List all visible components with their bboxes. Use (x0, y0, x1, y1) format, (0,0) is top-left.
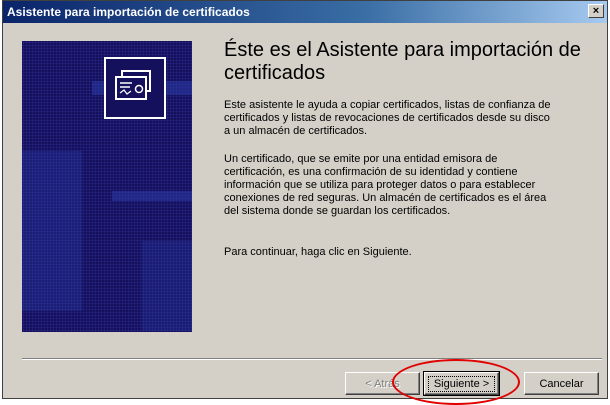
wizard-window: Asistente para importación de certificad… (2, 0, 608, 405)
banner-stripe (112, 191, 192, 201)
wizard-side-banner (22, 41, 192, 332)
title-bar[interactable]: Asistente para importación de certificad… (3, 1, 607, 23)
certificate-description-paragraph: Un certificado, que se emite por una ent… (224, 153, 547, 217)
next-button-label: Siguiente > (427, 375, 496, 392)
button-separator (22, 358, 602, 360)
window-title: Asistente para importación de certificad… (7, 5, 250, 19)
certificate-icon (104, 57, 166, 119)
wizard-heading: Éste es el Asistente para importación de… (224, 39, 581, 84)
back-button[interactable]: < Atrás (345, 372, 420, 395)
cancel-button[interactable]: Cancelar (524, 372, 599, 395)
banner-stripe (142, 241, 192, 331)
close-icon: × (592, 5, 600, 17)
close-button[interactable]: × (588, 4, 604, 18)
continue-instruction: Para continuar, haga clic en Siguiente. (224, 246, 412, 258)
banner-stripe (22, 151, 82, 311)
intro-paragraph: Este asistente le ayuda a copiar certifi… (224, 99, 551, 137)
next-button[interactable]: Siguiente > (423, 371, 500, 396)
